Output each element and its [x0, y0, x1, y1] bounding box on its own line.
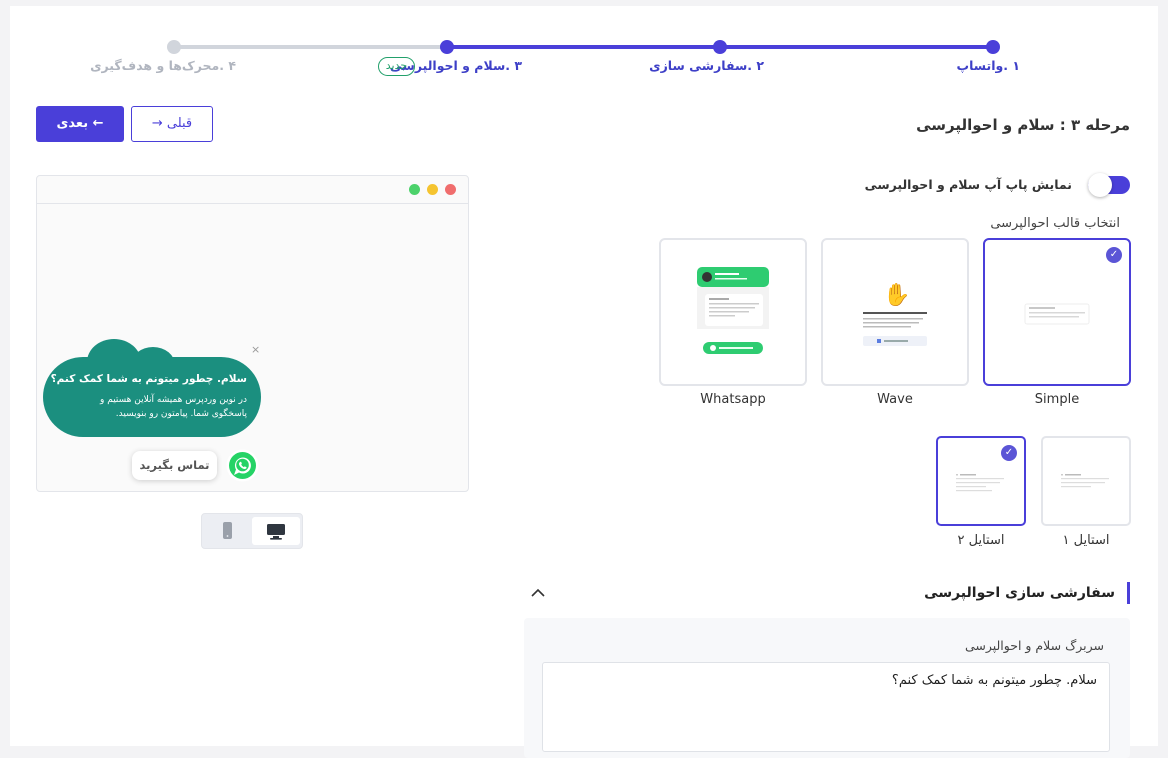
style-name-1: استایل ۱ [1062, 533, 1110, 548]
desktop-view-button[interactable] [252, 517, 300, 545]
preview-window: سلام. چطور میتونم به شما کمک کنم؟ در نوی… [36, 175, 469, 492]
window-dot-red [445, 184, 456, 195]
template-name-whatsapp: Whatsapp [700, 392, 766, 407]
greeting-title-textarea[interactable]: سلام. چطور میتونم به شما کمک کنم؟ [542, 662, 1110, 752]
contact-button[interactable]: تماس بگیرید [132, 451, 217, 480]
simple-thumbnail [1024, 303, 1090, 325]
wave-hand-icon: ✋ [883, 282, 910, 308]
wave-thumbnail: ✋ [863, 282, 927, 346]
popup-toggle[interactable] [1088, 173, 1130, 197]
customize-panel: سربرگ سلام و احوالپرسی سلام. چطور میتونم… [524, 618, 1130, 758]
desktop-icon [267, 524, 285, 540]
page-container: ۱ .واتساپ ۲ .سفارشی سازی ۳ .سلام و احوال… [10, 6, 1158, 758]
popup-toggle-label: نمایش پاپ آپ سلام و احوالپرسی [864, 177, 1072, 192]
step-dot-2[interactable] [713, 40, 727, 54]
mobile-view-button[interactable] [205, 517, 250, 545]
template-card-simple[interactable]: ✓ [983, 238, 1131, 386]
whatsapp-icon[interactable] [226, 449, 259, 482]
style-name-2: استایل ۲ [957, 533, 1005, 548]
window-dot-green [409, 184, 420, 195]
check-icon: ✓ [1001, 445, 1017, 461]
greeting-title-label: سربرگ سلام و احوالپرسی [964, 638, 1104, 653]
chevron-up-icon[interactable] [530, 586, 546, 600]
window-dot-yellow [427, 184, 438, 195]
greeting-bubble[interactable]: سلام. چطور میتونم به شما کمک کنم؟ در نوی… [43, 339, 263, 439]
template-name-simple: Simple [1034, 392, 1080, 407]
mobile-icon [223, 522, 232, 539]
step-label-4[interactable]: ۴ .محرک‌ها و هدف‌گیری [90, 58, 236, 73]
style-card-1[interactable] [1041, 436, 1131, 526]
template-section-label: انتخاب قالب احوالپرسی [990, 216, 1120, 231]
style-card-2[interactable]: ✓ [936, 436, 1026, 526]
style-1-thumbnail [1061, 474, 1109, 488]
template-card-whatsapp[interactable] [659, 238, 807, 386]
step-dot-3[interactable] [440, 40, 454, 54]
step-label-2[interactable]: ۲ .سفارشی سازی [649, 58, 764, 73]
close-icon[interactable]: × [251, 343, 260, 356]
page-title: مرحله ۳ : سلام و احوالپرسی [916, 116, 1130, 134]
bubble-title: سلام. چطور میتونم به شما کمک کنم؟ [50, 373, 247, 385]
preview-titlebar [37, 176, 468, 204]
step-dot-4[interactable] [167, 40, 181, 54]
customize-heading[interactable]: سفارشی سازی احوالپرسی [924, 582, 1130, 604]
check-icon: ✓ [1106, 247, 1122, 263]
device-toggle [201, 513, 303, 549]
step-dot-1[interactable] [986, 40, 1000, 54]
next-button[interactable]: بعدی ← [36, 106, 124, 142]
stepper-track-inactive [173, 45, 450, 49]
new-badge: جدید [378, 57, 415, 76]
prev-button[interactable]: → قبلی [131, 106, 213, 142]
whatsapp-thumbnail [697, 267, 769, 354]
step-label-1[interactable]: ۱ .واتساپ [957, 58, 1020, 73]
bubble-text: در نوین وردپرس همیشه آنلاین هستیم و پاسخ… [100, 395, 247, 419]
template-name-wave: Wave [877, 392, 913, 407]
toggle-knob [1088, 173, 1112, 197]
template-card-wave[interactable]: ✋ [821, 238, 969, 386]
